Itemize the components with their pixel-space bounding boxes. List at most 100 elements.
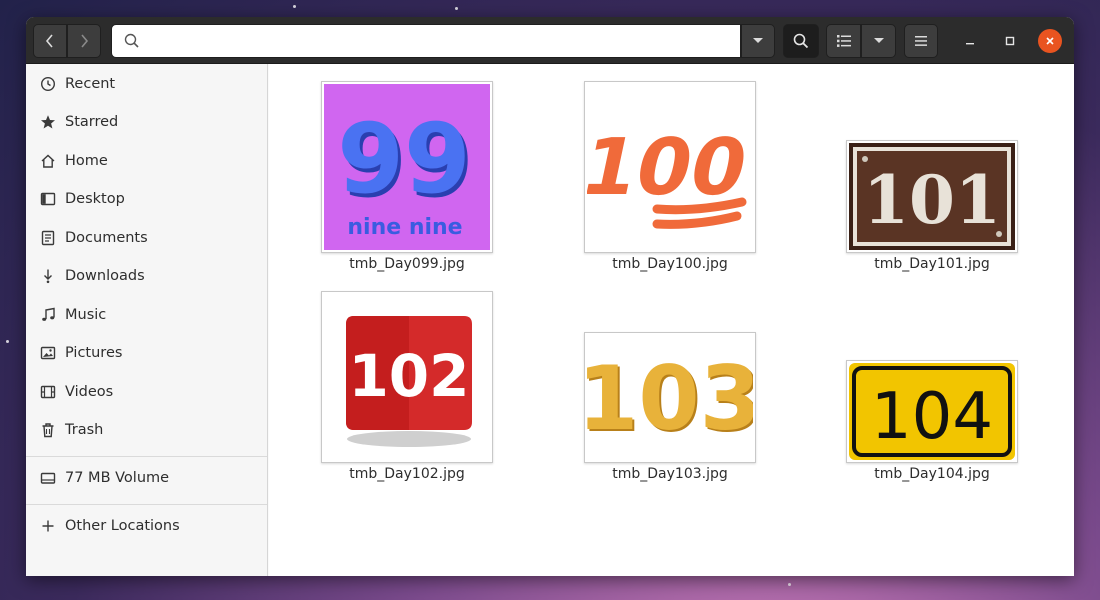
wallpaper-star [6, 340, 9, 343]
sidebar-item-label: Home [65, 153, 108, 169]
sidebar-item-label: Videos [65, 384, 114, 400]
file-item[interactable]: 102 tmb_Day102.jpg [321, 291, 493, 482]
sidebar-separator [26, 456, 267, 457]
file-name: tmb_Day104.jpg [874, 466, 990, 482]
svg-text:99: 99 [337, 103, 471, 215]
svg-text:100: 100 [587, 122, 753, 213]
thumbnail-99-image: 99 99 nine nine [324, 84, 490, 250]
caret-down-icon [753, 38, 763, 43]
file-name: tmb_Day099.jpg [349, 256, 465, 272]
document-icon [39, 229, 57, 247]
file-name: tmb_Day102.jpg [349, 466, 465, 482]
desktop-icon [39, 190, 57, 208]
sidebar-item-music[interactable]: Music [26, 297, 267, 333]
view-options-button[interactable] [861, 24, 896, 58]
svg-text:103: 103 [587, 347, 753, 450]
search-input[interactable] [148, 26, 740, 56]
search-button[interactable] [783, 24, 819, 58]
clock-icon [39, 75, 57, 93]
pictures-icon [39, 344, 57, 362]
file-thumbnail: 100 [584, 81, 756, 253]
svg-text:104: 104 [871, 380, 993, 454]
list-view-button[interactable] [826, 24, 861, 58]
file-thumbnail: 101 [846, 140, 1018, 253]
search-icon [793, 33, 809, 49]
sidebar-item-label: Desktop [65, 191, 125, 207]
sidebar-item-pictures[interactable]: Pictures [26, 335, 267, 371]
thumbnail-100-emoji-image: 100 [587, 84, 753, 250]
file-item[interactable]: 104 tmb_Day104.jpg [846, 360, 1018, 482]
places-sidebar: Recent Starred Home Desktop Documents Do… [26, 64, 268, 576]
video-icon [39, 383, 57, 401]
file-name: tmb_Day100.jpg [612, 256, 728, 272]
sidebar-item-label: Pictures [65, 345, 123, 361]
caret-down-icon [873, 38, 884, 43]
sidebar-item-downloads[interactable]: Downloads [26, 258, 267, 294]
music-icon [39, 306, 57, 324]
file-grid: 99 99 nine nine tmb_Day099.jpg 100 tmb_D… [269, 64, 1074, 576]
thumbnail-101-plaque-image: 101 [849, 143, 1015, 250]
file-name: tmb_Day103.jpg [612, 466, 728, 482]
file-item[interactable]: 99 99 nine nine tmb_Day099.jpg [321, 81, 493, 272]
file-thumbnail: 102 [321, 291, 493, 463]
sidebar-item-label: Other Locations [65, 518, 180, 534]
maximize-button[interactable] [998, 29, 1022, 53]
chevron-left-icon [45, 34, 53, 48]
headerbar [26, 17, 1074, 64]
forward-button[interactable] [67, 24, 101, 58]
wallpaper-star [455, 7, 458, 10]
sidebar-item-label: 77 MB Volume [65, 470, 170, 486]
list-view-icon [836, 35, 851, 47]
maximize-icon [1005, 36, 1015, 46]
thumbnail-103-balloons-image: 103 103 [587, 335, 753, 460]
file-thumbnail: 104 [846, 360, 1018, 463]
drive-icon [39, 469, 57, 487]
search-icon [124, 33, 139, 48]
wallpaper-star [788, 583, 791, 586]
file-manager-window: Recent Starred Home Desktop Documents Do… [26, 17, 1074, 576]
sidebar-item-label: Documents [65, 230, 148, 246]
svg-text:nine nine: nine nine [347, 215, 462, 240]
svg-text:101: 101 [863, 161, 1001, 239]
sidebar-item-desktop[interactable]: Desktop [26, 181, 267, 217]
file-name: tmb_Day101.jpg [874, 256, 990, 272]
thumbnail-102-box-image: 102 [324, 294, 490, 460]
close-icon [1046, 37, 1054, 45]
hamburger-menu-icon [915, 36, 927, 46]
file-item[interactable]: 100 tmb_Day100.jpg [584, 81, 756, 272]
sidebar-item-label: Music [65, 307, 107, 323]
file-thumbnail: 103 103 [584, 332, 756, 463]
file-item[interactable]: 103 103 tmb_Day103.jpg [584, 332, 756, 482]
sidebar-item-videos[interactable]: Videos [26, 374, 267, 410]
location-search-bar[interactable] [111, 24, 741, 58]
minimize-button[interactable] [958, 29, 982, 53]
sidebar-item-label: Starred [65, 114, 119, 130]
sidebar-item-other-locations[interactable]: Other Locations [26, 508, 267, 544]
sidebar-item-label: Recent [65, 76, 116, 92]
sidebar-item-trash[interactable]: Trash [26, 412, 267, 448]
wallpaper-star [293, 5, 296, 8]
home-icon [39, 152, 57, 170]
location-menu-button[interactable] [741, 24, 775, 58]
plus-icon [39, 517, 57, 535]
thumbnail-104-sign-image: 104 [849, 363, 1015, 460]
main-menu-button[interactable] [904, 24, 938, 58]
sidebar-item-starred[interactable]: Starred [26, 104, 267, 140]
download-icon [39, 267, 57, 285]
back-button[interactable] [33, 24, 67, 58]
sidebar-item-label: Trash [65, 422, 104, 438]
sidebar-item-label: Downloads [65, 268, 145, 284]
file-thumbnail: 99 99 nine nine [321, 81, 493, 253]
sidebar-item-home[interactable]: Home [26, 143, 267, 179]
close-button[interactable] [1038, 29, 1062, 53]
minimize-icon [966, 43, 974, 45]
chevron-right-icon [81, 34, 89, 48]
trash-icon [39, 421, 57, 439]
sidebar-item-recent[interactable]: Recent [26, 66, 267, 102]
sidebar-item-documents[interactable]: Documents [26, 220, 267, 256]
sidebar-separator [26, 504, 267, 505]
star-icon [39, 113, 57, 131]
file-item[interactable]: 101 tmb_Day101.jpg [846, 140, 1018, 272]
svg-text:102: 102 [348, 342, 469, 410]
sidebar-item-volume[interactable]: 77 MB Volume [26, 460, 267, 496]
